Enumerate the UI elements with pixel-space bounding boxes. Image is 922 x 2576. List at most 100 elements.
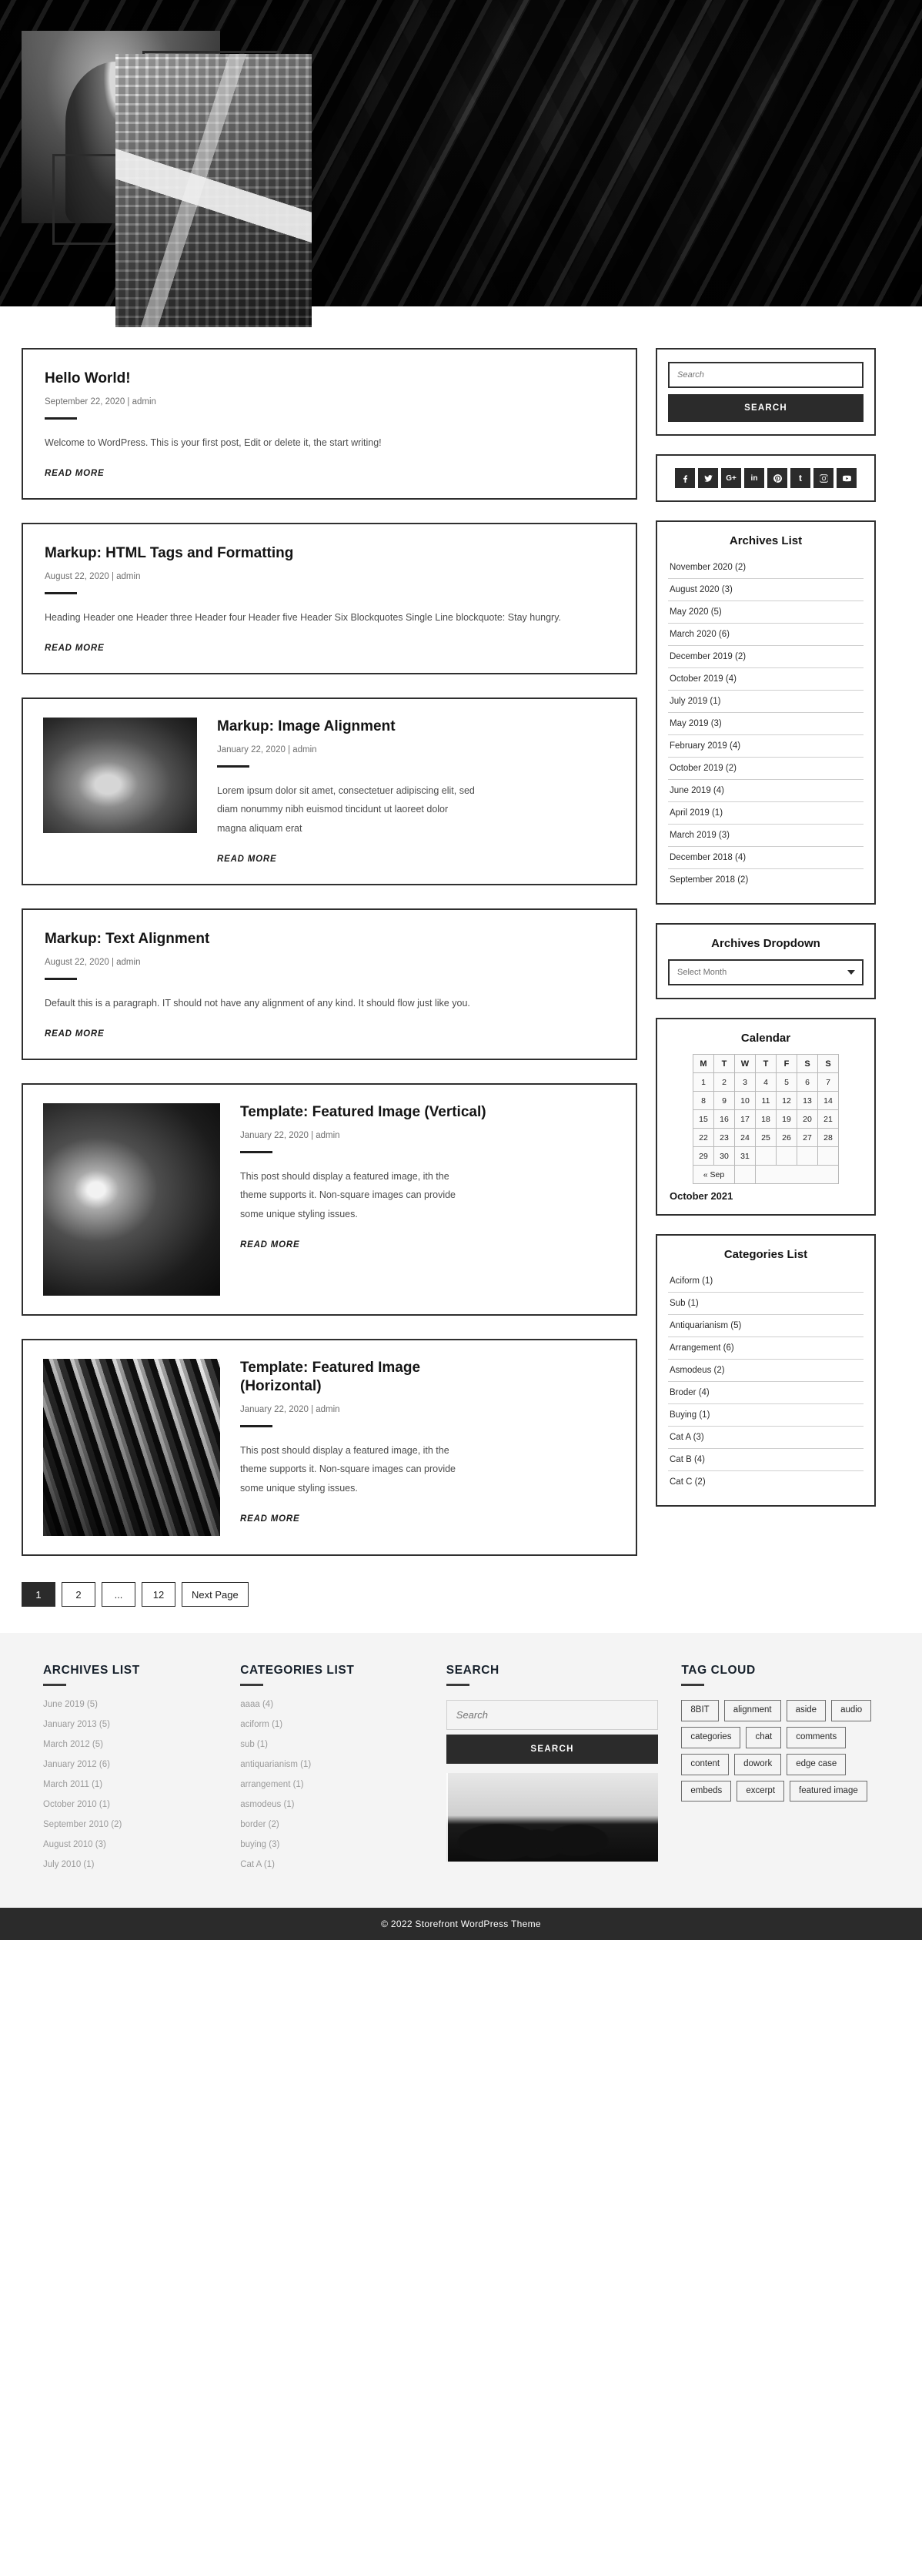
list-item[interactable]: border (2)	[240, 1820, 423, 1829]
search-button[interactable]: SEARCH	[668, 394, 864, 422]
tag-item[interactable]: aside	[786, 1700, 827, 1722]
post-title[interactable]: Markup: HTML Tags and Formatting	[45, 544, 614, 563]
calendar-day[interactable]: 7	[817, 1072, 839, 1092]
list-item[interactable]: March 2011 (1)	[43, 1780, 217, 1789]
list-item[interactable]: antiquarianism (1)	[240, 1760, 423, 1769]
post-title[interactable]: Markup: Text Alignment	[45, 930, 614, 948]
read-more-link[interactable]: READ MORE	[45, 469, 104, 478]
list-item[interactable]: Arrangement (6)	[668, 1337, 864, 1360]
tag-item[interactable]: chat	[746, 1727, 782, 1748]
list-item[interactable]: Broder (4)	[668, 1382, 864, 1404]
list-item[interactable]: February 2019 (4)	[668, 735, 864, 758]
pagination-page-2[interactable]: 2	[62, 1582, 95, 1607]
list-item[interactable]: August 2010 (3)	[43, 1840, 217, 1849]
footer-search-button[interactable]: SEARCH	[446, 1735, 659, 1765]
list-item[interactable]: Cat A (3)	[668, 1427, 864, 1449]
list-item[interactable]: March 2019 (3)	[668, 825, 864, 847]
tag-item[interactable]: content	[681, 1753, 730, 1775]
calendar-day[interactable]: 25	[755, 1128, 777, 1147]
list-item[interactable]: Sub (1)	[668, 1293, 864, 1315]
calendar-day[interactable]: 16	[713, 1109, 735, 1129]
calendar-day[interactable]: 24	[734, 1128, 756, 1147]
list-item[interactable]: April 2019 (1)	[668, 802, 864, 825]
list-item[interactable]: May 2019 (3)	[668, 713, 864, 735]
calendar-day[interactable]: 8	[693, 1091, 714, 1110]
list-item[interactable]: December 2019 (2)	[668, 646, 864, 668]
list-item[interactable]: aaaa (4)	[240, 1700, 423, 1709]
calendar-day[interactable]: 23	[713, 1128, 735, 1147]
calendar-day[interactable]: 26	[776, 1128, 797, 1147]
calendar-day[interactable]: 12	[776, 1091, 797, 1110]
calendar-day[interactable]: 31	[734, 1146, 756, 1166]
list-item[interactable]: January 2012 (6)	[43, 1760, 217, 1769]
calendar-day[interactable]: 20	[797, 1109, 818, 1129]
list-item[interactable]: Aciform (1)	[668, 1270, 864, 1293]
list-item[interactable]: Cat B (4)	[668, 1449, 864, 1471]
read-more-link[interactable]: READ MORE	[45, 644, 104, 653]
calendar-day[interactable]: 15	[693, 1109, 714, 1129]
list-item[interactable]: aciform (1)	[240, 1720, 423, 1729]
list-item[interactable]: Buying (1)	[668, 1404, 864, 1427]
list-item[interactable]: July 2019 (1)	[668, 691, 864, 713]
tag-item[interactable]: excerpt	[737, 1780, 785, 1802]
list-item[interactable]: asmodeus (1)	[240, 1800, 423, 1809]
list-item[interactable]: sub (1)	[240, 1740, 423, 1749]
list-item[interactable]: January 2013 (5)	[43, 1720, 217, 1729]
calendar-day[interactable]: 30	[713, 1146, 735, 1166]
tag-item[interactable]: edge case	[787, 1753, 847, 1775]
list-item[interactable]: November 2020 (2)	[668, 557, 864, 579]
tag-item[interactable]: audio	[831, 1700, 872, 1722]
pagination-page-12[interactable]: 12	[142, 1582, 175, 1607]
list-item[interactable]: October 2019 (4)	[668, 668, 864, 691]
calendar-day[interactable]: 27	[797, 1128, 818, 1147]
calendar-day[interactable]: 11	[755, 1091, 777, 1110]
calendar-day[interactable]: 6	[797, 1072, 818, 1092]
calendar-day[interactable]: 3	[734, 1072, 756, 1092]
footer-search-input[interactable]	[446, 1700, 659, 1731]
calendar-day[interactable]: 28	[817, 1128, 839, 1147]
post-title[interactable]: Template: Featured Image (Horizontal)	[240, 1359, 486, 1396]
list-item[interactable]: October 2010 (1)	[43, 1800, 217, 1809]
post-title[interactable]: Template: Featured Image (Vertical)	[240, 1103, 486, 1122]
pagination-page-1[interactable]: 1	[22, 1582, 55, 1607]
list-item[interactable]: May 2020 (5)	[668, 601, 864, 624]
tag-item[interactable]: categories	[681, 1727, 741, 1748]
calendar-day[interactable]: 1	[693, 1072, 714, 1092]
list-item[interactable]: March 2012 (5)	[43, 1740, 217, 1749]
list-item[interactable]: Cat A (1)	[240, 1860, 423, 1869]
list-item[interactable]: July 2010 (1)	[43, 1860, 217, 1869]
tag-item[interactable]: comments	[787, 1727, 847, 1748]
google-plus-icon[interactable]: G+	[721, 468, 741, 488]
calendar-day[interactable]: 4	[755, 1072, 777, 1092]
calendar-day[interactable]: 17	[734, 1109, 756, 1129]
calendar-day[interactable]: 10	[734, 1091, 756, 1110]
list-item[interactable]: Antiquarianism (5)	[668, 1315, 864, 1337]
archives-select[interactable]: Select Month	[668, 959, 864, 985]
list-item[interactable]: June 2019 (4)	[668, 780, 864, 802]
calendar-day[interactable]: 5	[776, 1072, 797, 1092]
calendar-day[interactable]: 19	[776, 1109, 797, 1129]
calendar-day[interactable]: 29	[693, 1146, 714, 1166]
list-item[interactable]: October 2019 (2)	[668, 758, 864, 780]
calendar-day[interactable]: 18	[755, 1109, 777, 1129]
twitter-icon[interactable]	[698, 468, 718, 488]
youtube-icon[interactable]	[837, 468, 857, 488]
calendar-day[interactable]: 21	[817, 1109, 839, 1129]
tumblr-icon[interactable]: t	[790, 468, 810, 488]
read-more-link[interactable]: READ MORE	[240, 1240, 299, 1250]
read-more-link[interactable]: READ MORE	[240, 1514, 299, 1524]
list-item[interactable]: September 2010 (2)	[43, 1820, 217, 1829]
list-item[interactable]: March 2020 (6)	[668, 624, 864, 646]
post-title[interactable]: Markup: Image Alignment	[217, 718, 479, 736]
tag-item[interactable]: dowork	[734, 1753, 782, 1775]
facebook-icon[interactable]	[675, 468, 695, 488]
search-input[interactable]	[668, 362, 864, 388]
list-item[interactable]: December 2018 (4)	[668, 847, 864, 869]
list-item[interactable]: Cat C (2)	[668, 1471, 864, 1493]
calendar-day[interactable]: 13	[797, 1091, 818, 1110]
calendar-day[interactable]: 9	[713, 1091, 735, 1110]
tag-item[interactable]: alignment	[723, 1700, 781, 1722]
list-item[interactable]: September 2018 (2)	[668, 869, 864, 891]
list-item[interactable]: buying (3)	[240, 1840, 423, 1849]
pagination-next-page[interactable]: Next Page	[182, 1582, 249, 1607]
